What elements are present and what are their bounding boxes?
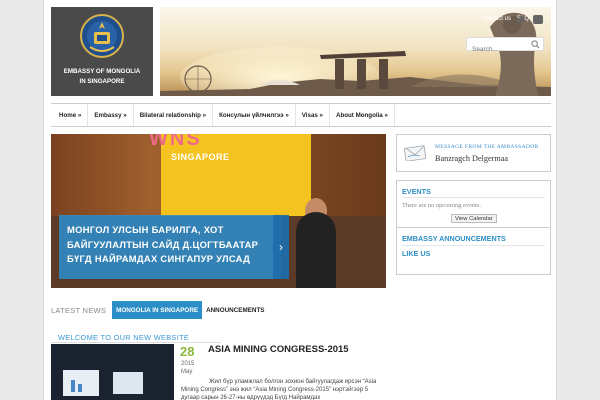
news-date-day: 28 xyxy=(180,344,195,359)
slide-sign-text: SINGAPORE xyxy=(171,152,230,162)
embassy-logo[interactable]: EMBASSY OF MONGOLIA IN SINGAPORE xyxy=(51,7,153,96)
page-container: EMBASSY OF MONGOLIA IN SINGAPORE Contact… xyxy=(43,0,557,400)
thumb-screen-left xyxy=(63,370,99,396)
search-box xyxy=(466,37,544,56)
ambassador-name: Banzragch Delgermaa xyxy=(435,154,508,163)
like-us-heading: LIKE US xyxy=(402,249,431,258)
logo-line2: IN SINGAPORE xyxy=(79,78,125,85)
slide-caption[interactable]: МОНГОЛ УЛСЫН БАРИЛГА, ХОТ БАЙГУУЛАЛТЫН С… xyxy=(59,215,281,279)
search-icon[interactable] xyxy=(531,40,540,49)
view-calendar-button[interactable]: View Calendar xyxy=(451,214,497,223)
nav-consular-services[interactable]: Консулын үйлчилгээ » xyxy=(213,104,296,126)
welcome-divider xyxy=(51,342,221,343)
nav-visas[interactable]: Visas » xyxy=(296,104,330,126)
latest-news-label: LATEST NEWS xyxy=(51,305,107,315)
tab-mongolia-in-singapore[interactable]: MONGOLIA IN SINGAPORE xyxy=(112,301,203,319)
logo-line1: EMBASSY OF MONGOLIA xyxy=(63,68,141,75)
search-input[interactable] xyxy=(467,43,529,56)
slide-next-arrow-icon[interactable]: › xyxy=(273,215,289,279)
twitter-icon[interactable] xyxy=(516,16,525,23)
news-tabs: LATEST NEWS MONGOLIA IN SINGAPORE ANNOUN… xyxy=(51,300,386,320)
thumb-bar-2 xyxy=(78,384,82,392)
youtube-icon[interactable] xyxy=(533,15,543,24)
events-box: EVENTS There are no upcoming events. Vie… xyxy=(396,180,551,228)
main-nav: Home » Embassy » Bilateral relationship … xyxy=(51,103,551,127)
slide-caption-text[interactable]: МОНГОЛ УЛСЫН БАРИЛГА, ХОТ БАЙГУУЛАЛТЫН С… xyxy=(67,223,273,267)
logo-text: EMBASSY OF MONGOLIA IN SINGAPORE xyxy=(51,67,153,87)
featured-slider[interactable]: WNS SINGAPORE МОНГОЛ УЛСЫН БАРИЛГА, ХОТ … xyxy=(51,134,386,288)
slide-person xyxy=(296,212,336,288)
announcements-divider xyxy=(402,245,545,246)
events-heading: EVENTS xyxy=(402,187,431,196)
embassy-announcements-heading[interactable]: EMBASSY ANNOUNCEMENTS xyxy=(402,234,506,243)
thumb-bar-1 xyxy=(71,380,75,392)
thumb-screen-right xyxy=(113,372,143,394)
events-divider xyxy=(402,197,545,198)
announcements-box: EMBASSY ANNOUNCEMENTS LIKE US xyxy=(396,228,551,275)
contact-us-link[interactable]: Contact us xyxy=(482,16,511,22)
news-date-month: May xyxy=(181,369,193,375)
header-banner: Contact us FAQ xyxy=(160,7,551,96)
news-title[interactable]: ASIA MINING CONGRESS-2015 xyxy=(208,344,349,355)
slide-sign-logo: WNS xyxy=(149,134,202,150)
ambassador-message-box[interactable]: MESSAGE FROM THE AMBASSADOR Banzragch De… xyxy=(396,134,551,172)
mongolia-emblem-icon xyxy=(80,14,124,58)
ambassador-message-title: MESSAGE FROM THE AMBASSADOR xyxy=(435,144,539,150)
welcome-heading[interactable]: WELCOME TO OUR NEW WEBSITE xyxy=(58,333,189,342)
news-excerpt: Жил бүр уламжлал болгон зохион байгуулаг… xyxy=(181,379,377,400)
tab-announcements[interactable]: ANNOUNCEMENTS xyxy=(202,301,268,319)
nav-home[interactable]: Home » xyxy=(53,104,89,126)
nav-about-mongolia[interactable]: About Mongolia » xyxy=(330,104,395,126)
nav-bilateral-relationship[interactable]: Bilateral relationship » xyxy=(134,104,214,126)
envelope-icon xyxy=(404,145,426,161)
events-empty-text: There are no upcoming events. xyxy=(402,202,481,209)
news-date-year: 2015 xyxy=(181,361,195,367)
nav-embassy[interactable]: Embassy » xyxy=(88,104,134,126)
news-thumbnail[interactable] xyxy=(51,344,174,400)
